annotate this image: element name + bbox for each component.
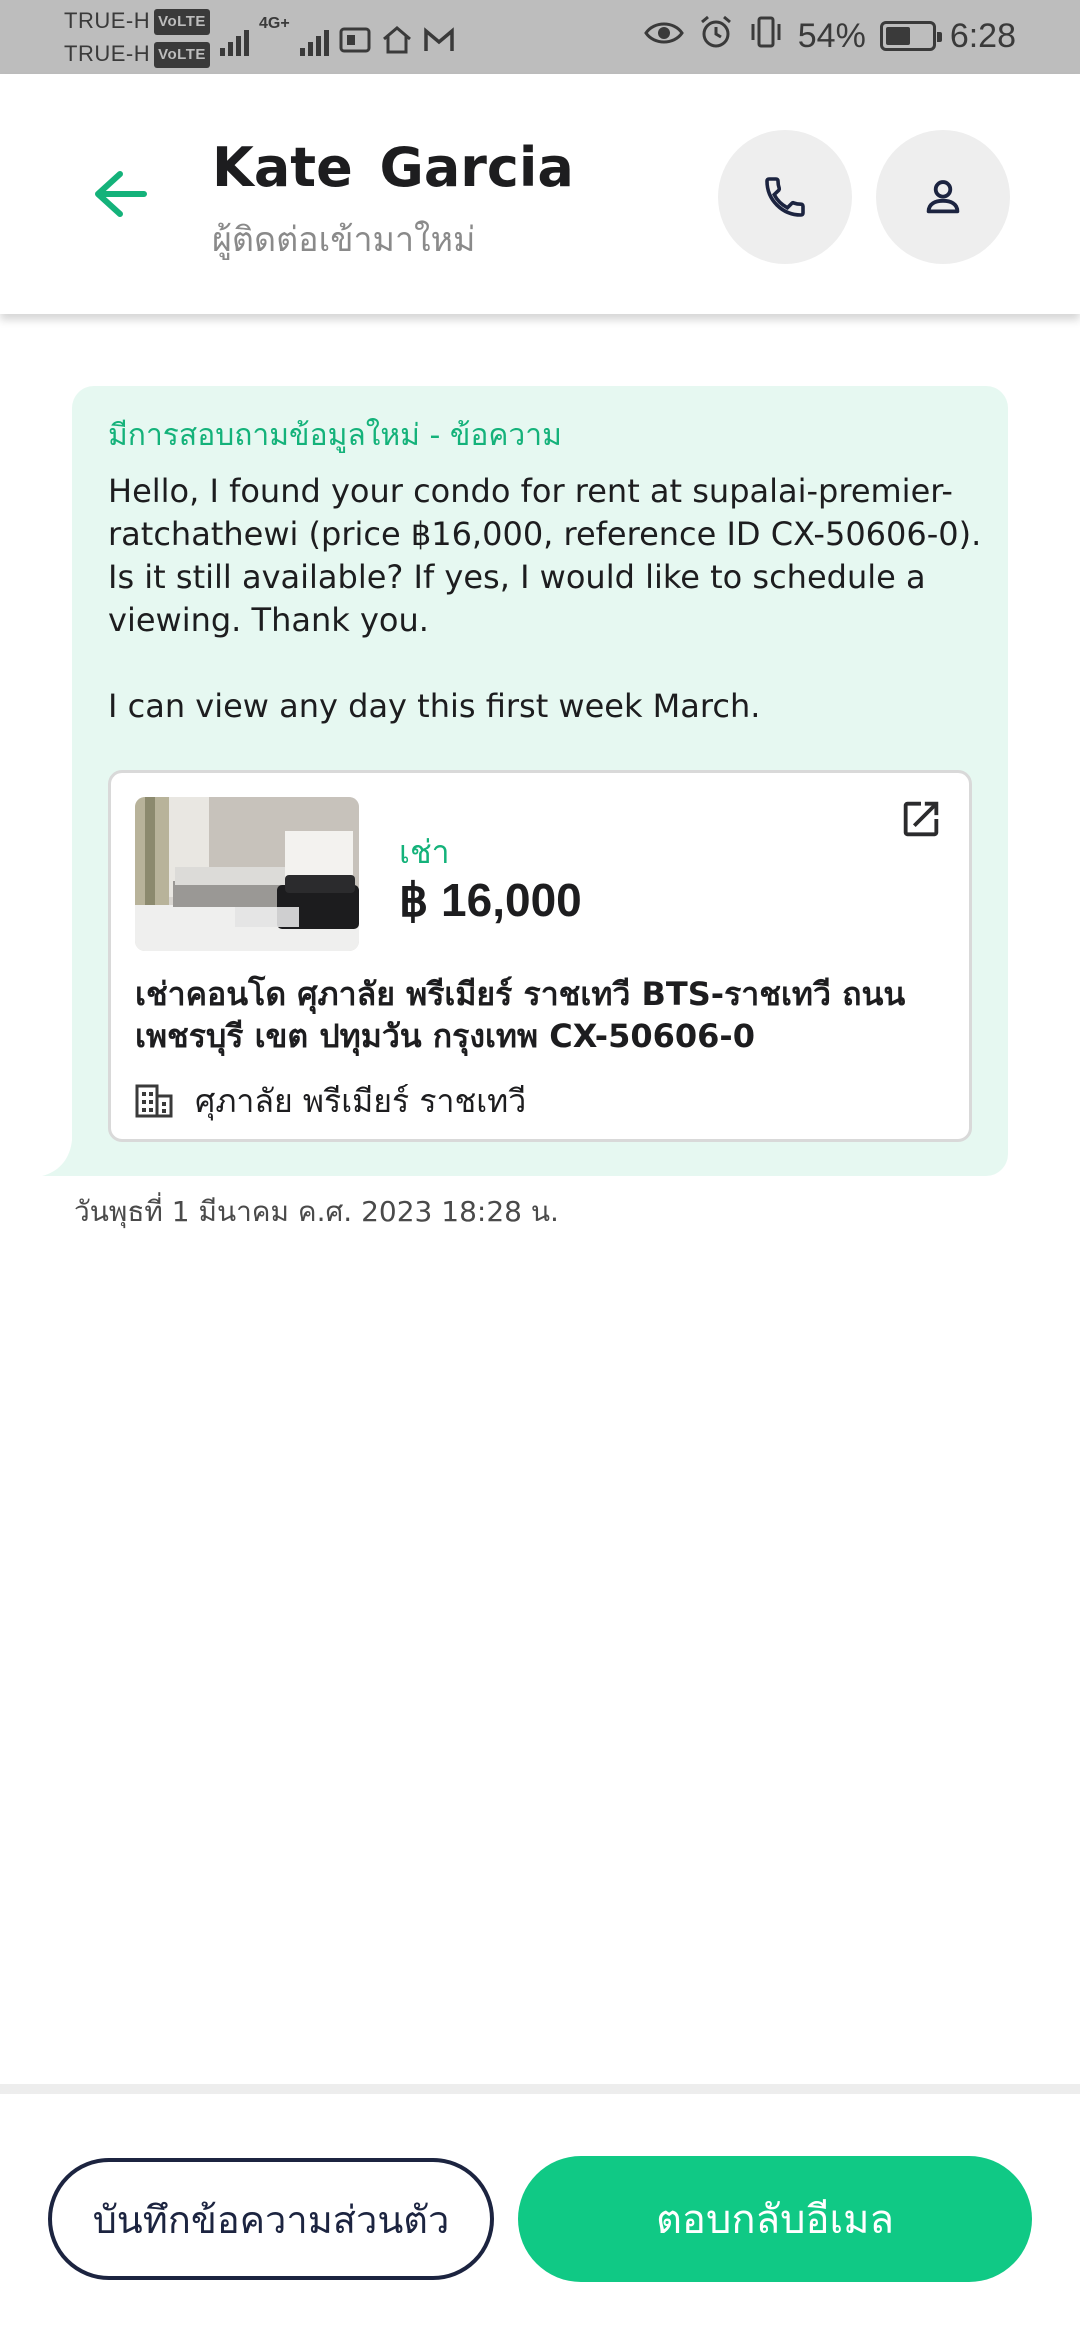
message-timestamp: วันพุธที่ 1 มีนาคม ค.ศ. 2023 18:28 น.: [74, 1195, 559, 1228]
vibrate-icon: [748, 14, 784, 59]
contact-status: ผู้ติดต่อเข้ามาใหม่: [212, 220, 476, 260]
message-type-label: มีการสอบถามข้อมูลใหม่ - ข้อความ: [108, 418, 562, 453]
arrow-left-icon: [95, 171, 147, 217]
volte-badge: VoLTE: [154, 42, 210, 68]
phone-icon: [765, 177, 805, 217]
open-listing-button[interactable]: [893, 791, 949, 847]
listing-title: เช่าคอนโด ศุภาลัย พรีเมียร์ ราชเทวี BTS-…: [135, 975, 906, 1055]
status-right: 54% 6:28: [643, 14, 1016, 59]
back-button[interactable]: [80, 154, 160, 234]
listing-type: เช่า: [399, 833, 450, 871]
eye-icon: [643, 17, 684, 56]
contact-profile-button[interactable]: [876, 130, 1010, 264]
network-type: 4G+: [259, 15, 290, 32]
clock: 6:28: [949, 16, 1016, 55]
status-bar: TRUE-H VoLTE TRUE-H VoLTE 4G+ 54% 6:28: [0, 0, 1080, 74]
person-icon: [926, 180, 960, 214]
battery-icon: [879, 21, 942, 51]
battery-percent: 54%: [797, 16, 866, 55]
private-note-button[interactable]: บันทึกข้อความส่วนตัว: [48, 2158, 494, 2280]
signal-icon: [299, 24, 329, 56]
building-icon: [135, 1084, 173, 1118]
carrier-1: TRUE-H VoLTE: [64, 9, 210, 35]
carrier-2: TRUE-H VoLTE: [64, 42, 210, 68]
notification-icon: [339, 24, 371, 56]
home-icon: [381, 24, 413, 56]
gmail-icon: [423, 24, 455, 56]
reply-email-button[interactable]: ตอบกลับอีเมล: [518, 2156, 1032, 2282]
contact-name: Kate Garcia: [212, 136, 574, 199]
listing-price: ฿ 16,000: [399, 874, 582, 926]
network-indicators: 4G+: [220, 16, 455, 56]
listing-project: ศุภาลัย พรีเมียร์ ราชเทวี: [135, 1079, 526, 1123]
listing-card[interactable]: เช่า ฿ 16,000 เช่าคอนโด ศุภาลัย พรีเมียร…: [108, 770, 972, 1142]
message-body: Hello, I found your condo for rent at su…: [108, 472, 982, 725]
conversation-header: Kate Garcia ผู้ติดต่อเข้ามาใหม่: [0, 74, 1080, 314]
call-button[interactable]: [718, 130, 852, 264]
open-external-icon: [903, 801, 939, 837]
signal-icon: [220, 24, 249, 56]
bottom-action-bar: บันทึกข้อความส่วนตัว ตอบกลับอีเมล: [0, 2084, 1080, 2340]
volte-badge: VoLTE: [154, 9, 210, 35]
alarm-icon: [698, 14, 734, 59]
listing-thumbnail: [135, 797, 359, 951]
inquiry-message: มีการสอบถามข้อมูลใหม่ - ข้อความ Hello, I…: [72, 386, 1008, 1176]
listing-project-name: ศุภาลัย พรีเมียร์ ราชเทวี: [195, 1081, 527, 1120]
